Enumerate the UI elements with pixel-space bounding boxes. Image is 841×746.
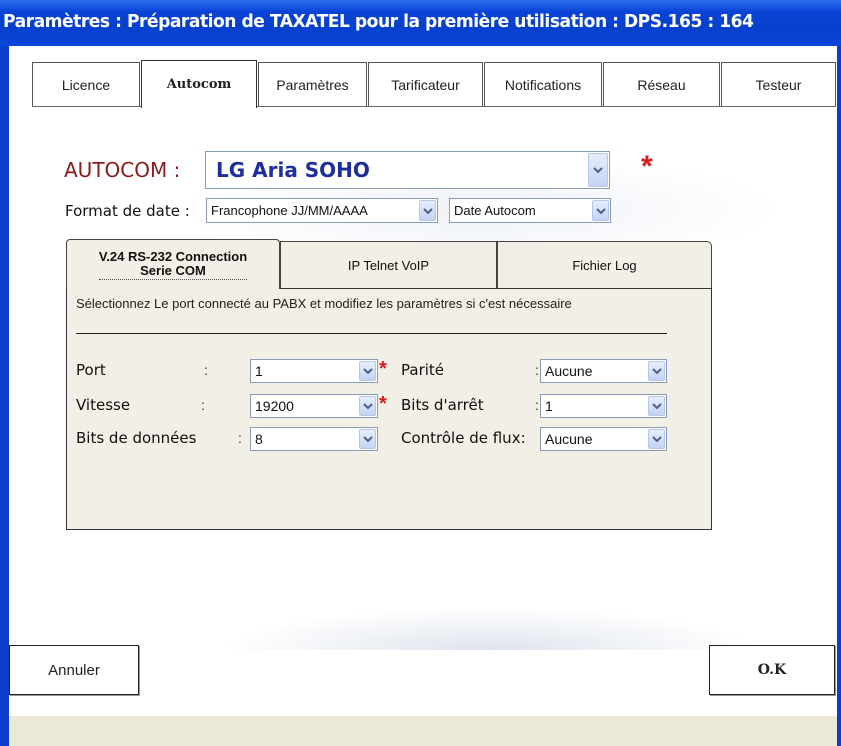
autocom-label: AUTOCOM : [64,158,181,182]
tab-serial-com-label: V.24 RS-232 Connection Serie COM [98,248,248,280]
speed-required-mark: * [379,393,387,415]
speed-value: 19200 [255,398,294,414]
tab-divider [32,106,141,107]
parity-value: Aucune [545,363,593,379]
tab-notifications[interactable]: Notifications [484,62,602,106]
parity-label: Parité [401,361,445,379]
tab-label: IP Telnet VoIP [347,258,430,273]
port-required-mark: * [379,358,387,380]
tab-label: Licence [61,76,111,93]
parity-select[interactable]: Aucune [540,359,667,383]
chevron-down-icon[interactable] [419,200,436,221]
colon: : [535,362,539,378]
data-bits-label: Bits de données [76,429,197,447]
autocom-value: LG Aria SOHO [216,158,370,182]
chevron-down-icon[interactable] [359,429,376,449]
port-select[interactable]: 1 [250,359,378,383]
data-bits-select[interactable]: 8 [250,427,378,451]
data-bits-value: 8 [255,431,263,447]
stop-bits-select[interactable]: 1 [540,394,667,418]
chevron-down-icon[interactable] [359,361,376,381]
tab-fichier-log[interactable]: Fichier Log [497,241,712,289]
tab-reseau[interactable]: Réseau [603,62,720,106]
chevron-down-icon[interactable] [648,361,665,381]
tab-autocom[interactable]: Autocom [141,60,257,108]
date-format-select[interactable]: Francophone JJ/MM/AAAA [206,198,438,223]
tab-label: Testeur [755,76,802,93]
chevron-down-icon[interactable] [588,153,608,187]
chevron-down-icon[interactable] [648,396,665,416]
speed-label: Vitesse [76,396,131,414]
tab-licence[interactable]: Licence [32,62,140,106]
tab-ip-telnet-voip[interactable]: IP Telnet VoIP [280,241,497,289]
tab-serial-com[interactable]: V.24 RS-232 Connection Serie COM [66,239,280,289]
tab-label: Fichier Log [572,258,637,273]
date-source-select[interactable]: Date Autocom [449,198,611,223]
tab-label: Autocom [166,77,232,92]
flow-control-select[interactable]: Aucune [540,427,667,451]
colon: : [204,362,208,378]
tab-serial-line1: V.24 RS-232 Connection [98,248,248,264]
stop-bits-value: 1 [545,398,553,414]
flow-control-label: Contrôle de flux: [401,429,526,447]
autocom-select[interactable]: LG Aria SOHO [205,151,610,189]
status-strip [9,716,837,746]
date-format-label: Format de date : [65,202,190,220]
chevron-down-icon[interactable] [648,429,665,449]
window-frame-left [0,46,9,746]
colon: : [535,397,539,413]
autocom-required-mark: * [641,150,653,183]
tab-label: Réseau [637,76,686,93]
date-format-value: Francophone JJ/MM/AAAA [211,203,368,218]
tab-label: Paramètres [276,76,349,93]
colon: : [238,430,242,446]
tab-parametres[interactable]: Paramètres [258,62,367,106]
tab-label: Notifications [504,76,582,93]
window-title: Paramètres : Préparation de TAXATEL pour… [3,11,754,32]
chevron-down-icon[interactable] [592,200,609,221]
separator-line [76,333,667,334]
tab-label: Tarificateur [391,76,460,93]
port-label: Port [76,361,106,379]
title-bar: Paramètres : Préparation de TAXATEL pour… [0,0,841,46]
stop-bits-label: Bits d'arrêt [401,396,484,414]
window-frame-right [837,46,841,746]
speed-select[interactable]: 19200 [250,394,378,418]
cancel-button[interactable]: Annuler [9,645,139,695]
colon: : [201,397,205,413]
tab-divider [257,106,836,107]
date-source-value: Date Autocom [454,203,536,218]
chevron-down-icon[interactable] [359,396,376,416]
tab-serial-line2: Serie COM [140,262,206,278]
port-value: 1 [255,363,263,379]
flow-control-value: Aucune [545,431,593,447]
serial-description: Sélectionnez Le port connecté au PABX et… [76,296,572,311]
tab-tarificateur[interactable]: Tarificateur [368,62,483,106]
tab-testeur[interactable]: Testeur [721,62,836,106]
ok-button[interactable]: O.K [709,645,835,695]
